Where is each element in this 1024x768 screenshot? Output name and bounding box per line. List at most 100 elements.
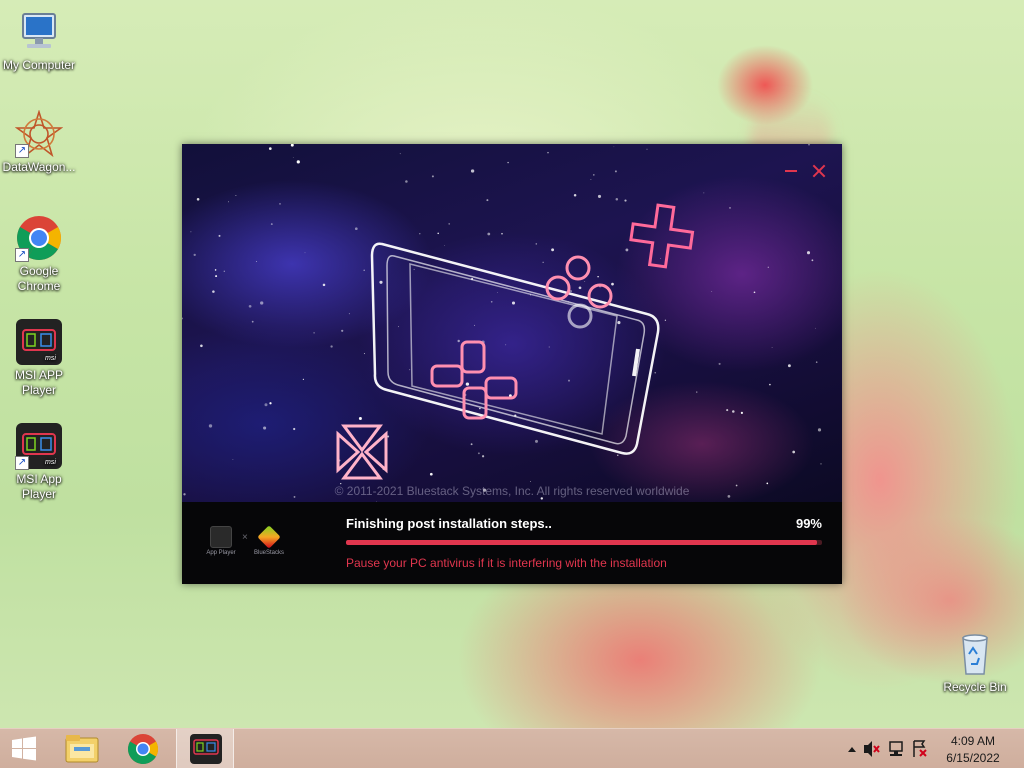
file-explorer-icon <box>65 735 99 763</box>
star <box>214 269 217 271</box>
star <box>625 248 629 252</box>
shortcut-arrow-icon: ↗ <box>15 456 29 470</box>
datawagon-icon: ↗ <box>14 109 64 158</box>
star <box>268 147 272 150</box>
star <box>322 283 326 287</box>
star <box>479 407 481 410</box>
star <box>535 439 538 443</box>
star <box>505 344 507 346</box>
msi-app-player-icon <box>190 734 222 764</box>
installer-hero-artwork: © 2011-2021 Bluestack Systems, Inc. All … <box>182 144 842 502</box>
star <box>548 346 550 348</box>
star <box>292 156 294 158</box>
clock-date[interactable]: 6/15/2022 <box>938 751 1008 765</box>
star <box>263 426 267 430</box>
star <box>614 170 617 173</box>
star <box>363 353 365 355</box>
star <box>409 369 411 371</box>
svg-text:msi: msi <box>45 459 56 466</box>
system-tray: 4:09 AM 6/15/2022 <box>844 729 1024 768</box>
star <box>290 144 294 147</box>
star <box>264 403 268 407</box>
show-hidden-icons-chevron[interactable] <box>848 747 856 752</box>
star <box>654 372 656 374</box>
star <box>815 361 818 363</box>
star <box>270 223 273 226</box>
star-field <box>182 144 822 502</box>
star <box>787 364 791 368</box>
star <box>348 313 350 315</box>
desktop-icon-datawagon[interactable]: ↗ DataWagon... <box>0 109 78 175</box>
install-progress-bar <box>346 540 822 545</box>
desktop-icon-my-computer[interactable]: My Computer <box>0 8 78 73</box>
star <box>358 417 362 420</box>
star <box>497 292 498 293</box>
star <box>255 261 257 262</box>
star <box>354 227 358 231</box>
desktop-icon-google-chrome[interactable]: ↗ Google Chrome <box>0 214 78 294</box>
star <box>405 180 408 183</box>
star <box>611 282 614 286</box>
star <box>792 450 796 454</box>
star <box>617 321 621 325</box>
star <box>413 268 415 270</box>
antivirus-hint-text: Pause your PC antivirus if it is interfe… <box>346 556 667 570</box>
star <box>568 379 570 382</box>
msi-app-player-icon: msi ↗ <box>15 422 63 470</box>
star <box>470 169 475 173</box>
star <box>592 174 595 176</box>
star <box>379 280 383 284</box>
desktop-icon-label: My Computer <box>2 58 76 72</box>
tray-icons <box>848 740 927 757</box>
close-button[interactable] <box>812 164 826 178</box>
desktop-icon-recycle-bin[interactable]: Recycle Bin <box>936 630 1014 695</box>
start-button[interactable] <box>0 729 48 768</box>
controller-illustration <box>182 144 822 502</box>
star <box>732 410 735 413</box>
star <box>551 248 555 252</box>
taskbar-chrome[interactable] <box>114 729 172 768</box>
star <box>437 232 439 235</box>
star <box>302 378 305 381</box>
network-icon[interactable] <box>889 741 903 756</box>
minimize-button[interactable] <box>784 164 798 178</box>
star <box>490 300 493 303</box>
buttons-glyph <box>545 255 613 329</box>
taskbar-file-explorer[interactable] <box>54 729 112 768</box>
star <box>304 252 306 254</box>
desktop-icon-msi-app-player-2[interactable]: msi ↗ MSI App Player <box>0 422 78 502</box>
star <box>313 332 315 334</box>
shortcut-arrow-icon: ↗ <box>15 248 29 262</box>
app-player-logo: App Player <box>206 526 236 556</box>
star <box>584 281 586 283</box>
star <box>771 347 773 348</box>
star <box>597 275 599 278</box>
star <box>646 148 648 150</box>
app-player-caption: App Player <box>206 550 236 556</box>
star <box>664 319 667 321</box>
star <box>817 428 822 432</box>
install-percent-text: 99% <box>795 516 822 531</box>
star <box>696 391 698 393</box>
volume-muted-icon[interactable] <box>864 741 880 757</box>
star <box>196 198 200 201</box>
star <box>429 472 433 476</box>
star <box>457 339 460 343</box>
star <box>726 409 729 412</box>
msi-app-player-icon: msi <box>15 318 63 366</box>
star <box>542 261 544 263</box>
chrome-icon: ↗ <box>15 214 63 262</box>
action-center-icon[interactable] <box>913 740 927 757</box>
bluestacks-logo: BlueStacks <box>254 525 284 556</box>
star <box>341 329 344 332</box>
star <box>293 427 296 431</box>
star <box>578 286 582 290</box>
desktop-icon-label: Recycle Bin <box>943 680 1007 694</box>
star <box>570 290 572 292</box>
star <box>330 345 333 348</box>
taskbar-msi-app-player[interactable] <box>176 729 234 768</box>
clock-time[interactable]: 4:09 AM <box>938 734 1008 748</box>
star <box>617 454 619 456</box>
star <box>711 291 713 292</box>
desktop-icon-msi-app-player[interactable]: msi MSI APP Player <box>0 318 78 398</box>
